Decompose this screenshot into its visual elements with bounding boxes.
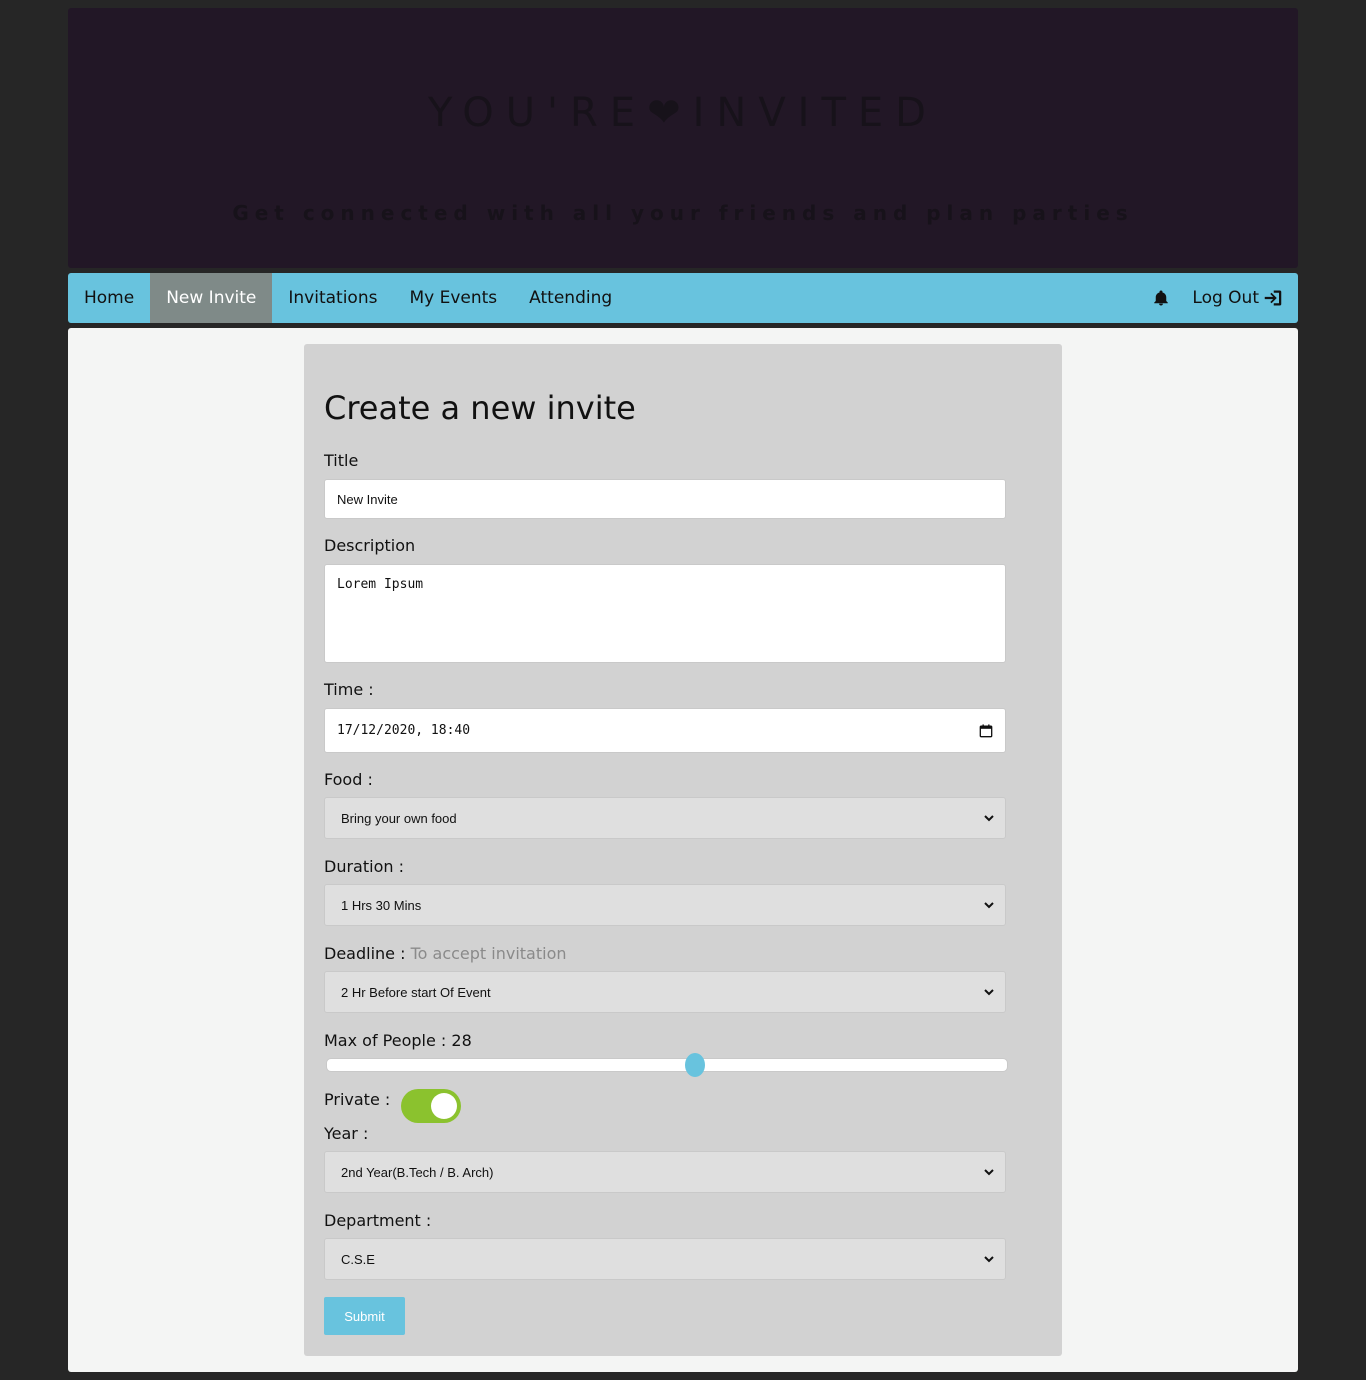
hero-banner: YOU'RE❤INVITED Get connected with all yo… [68, 8, 1298, 268]
submit-button[interactable]: Submit [324, 1297, 405, 1335]
year-label: Year : [324, 1124, 369, 1143]
max-people-label: Max of People : 28 [324, 1031, 472, 1050]
food-value: Bring your own food [341, 810, 457, 826]
logout-label: Log Out [1192, 288, 1259, 308]
department-select[interactable]: C.S.E [324, 1238, 1006, 1280]
deadline-value: 2 Hr Before start Of Event [341, 984, 491, 1000]
nav-my-events[interactable]: My Events [393, 273, 513, 323]
heart-icon: ❤ [647, 90, 693, 136]
deadline-hint: To accept invitation [410, 944, 567, 963]
time-label: Time : [324, 680, 374, 699]
nav-home[interactable]: Home [68, 273, 150, 323]
max-people-slider[interactable] [326, 1053, 1008, 1077]
sign-in-icon [1264, 290, 1282, 306]
food-label: Food : [324, 770, 373, 789]
brand-right: INVITED [692, 90, 938, 136]
bell-icon[interactable] [1152, 289, 1170, 307]
department-value: C.S.E [341, 1251, 375, 1267]
slider-thumb[interactable] [685, 1053, 705, 1077]
duration-label: Duration : [324, 857, 404, 876]
description-textarea[interactable]: Lorem Ipsum [324, 564, 1006, 663]
brand-left: YOU'RE [428, 90, 648, 136]
main-content: Create a new invite Title New Invite Des… [68, 328, 1298, 1372]
year-select[interactable]: 2nd Year(B.Tech / B. Arch) [324, 1151, 1006, 1193]
deadline-label-text: Deadline : [324, 944, 406, 963]
navbar: Home New Invite Invitations My Events At… [68, 273, 1298, 323]
chevron-down-icon [984, 902, 994, 909]
logout-button[interactable]: Log Out [1192, 273, 1298, 323]
deadline-label: Deadline : To accept invitation [324, 944, 567, 964]
tagline: Get connected with all your friends and … [232, 201, 1134, 225]
duration-select[interactable]: 1 Hrs 30 Mins [324, 884, 1006, 926]
title-input-value: New Invite [337, 491, 398, 507]
calendar-icon[interactable] [979, 723, 993, 738]
description-label: Description [324, 536, 416, 555]
duration-value: 1 Hrs 30 Mins [341, 897, 422, 913]
private-label: Private : [324, 1090, 391, 1109]
department-label: Department : [324, 1211, 432, 1230]
toggle-knob [431, 1093, 457, 1119]
description-value: Lorem Ipsum [337, 577, 424, 592]
deadline-select[interactable]: 2 Hr Before start Of Event [324, 971, 1006, 1013]
nav-invitations[interactable]: Invitations [272, 273, 393, 323]
chevron-down-icon [984, 989, 994, 996]
brand-title: YOU'RE❤INVITED [68, 88, 1298, 138]
time-value: 17/12/2020, 18:40 [337, 723, 471, 738]
title-label: Title [324, 451, 359, 470]
title-input[interactable]: New Invite [324, 479, 1006, 519]
chevron-down-icon [984, 1256, 994, 1263]
invite-form-card: Create a new invite Title New Invite Des… [304, 344, 1062, 1356]
private-toggle[interactable] [401, 1089, 461, 1123]
page-title: Create a new invite [324, 389, 636, 427]
nav-new-invite[interactable]: New Invite [150, 273, 273, 323]
nav-attending[interactable]: Attending [513, 273, 628, 323]
chevron-down-icon [984, 815, 994, 822]
chevron-down-icon [984, 1169, 994, 1176]
time-input[interactable]: 17/12/2020, 18:40 [324, 708, 1006, 753]
food-select[interactable]: Bring your own food [324, 797, 1006, 839]
year-value: 2nd Year(B.Tech / B. Arch) [341, 1164, 494, 1180]
